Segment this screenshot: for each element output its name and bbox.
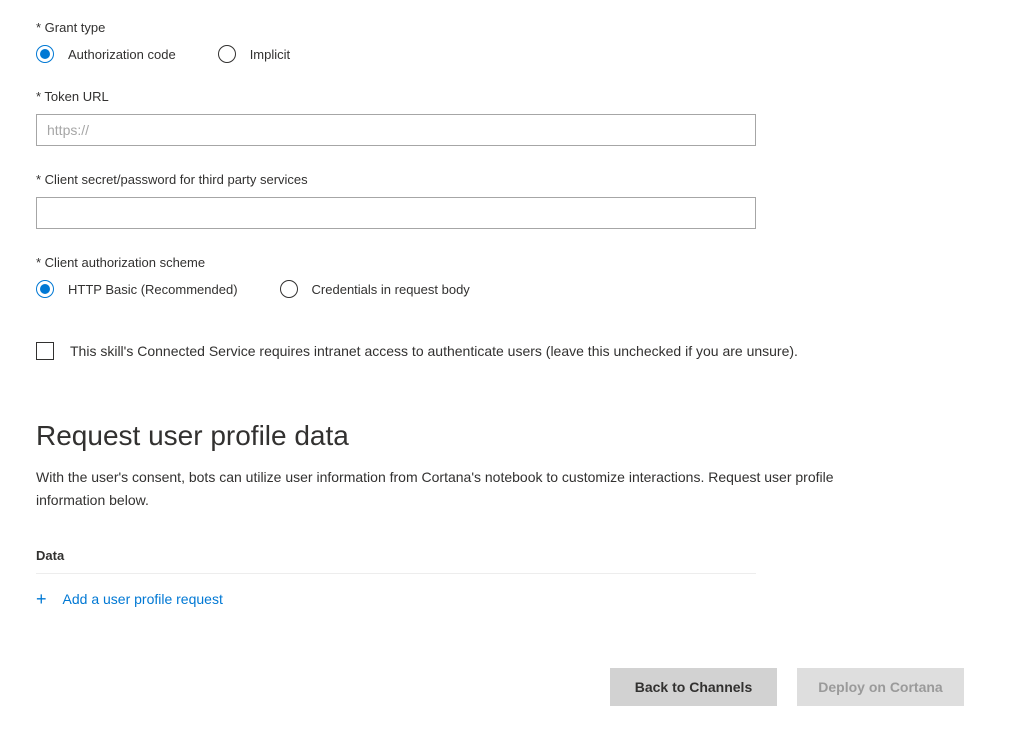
deploy-on-cortana-button[interactable]: Deploy on Cortana [797,668,964,706]
radio-circle-icon [36,280,54,298]
profile-section-heading: Request user profile data [36,420,988,452]
intranet-access-label: This skill's Connected Service requires … [70,343,798,359]
radio-circle-icon [218,45,236,63]
plus-icon: + [36,590,47,608]
token-url-label: * Token URL [36,89,988,104]
auth-scheme-credentials-body-radio[interactable]: Credentials in request body [280,280,470,298]
radio-circle-icon [280,280,298,298]
add-user-profile-request-link[interactable]: + Add a user profile request [36,590,988,608]
grant-type-auth-code-radio[interactable]: Authorization code [36,45,176,63]
radio-label: HTTP Basic (Recommended) [68,282,238,297]
radio-label: Implicit [250,47,290,62]
auth-scheme-label: * Client authorization scheme [36,255,988,270]
back-to-channels-button[interactable]: Back to Channels [610,668,777,706]
token-url-input[interactable] [36,114,756,146]
client-secret-label: * Client secret/password for third party… [36,172,988,187]
client-secret-input[interactable] [36,197,756,229]
grant-type-implicit-radio[interactable]: Implicit [218,45,290,63]
grant-type-label: * Grant type [36,20,988,35]
add-link-text: Add a user profile request [63,591,223,607]
radio-label: Credentials in request body [312,282,470,297]
radio-label: Authorization code [68,47,176,62]
auth-scheme-http-basic-radio[interactable]: HTTP Basic (Recommended) [36,280,238,298]
data-column-header: Data [36,548,756,574]
profile-section-description: With the user's consent, bots can utiliz… [36,466,876,512]
intranet-access-checkbox[interactable] [36,342,54,360]
radio-circle-icon [36,45,54,63]
